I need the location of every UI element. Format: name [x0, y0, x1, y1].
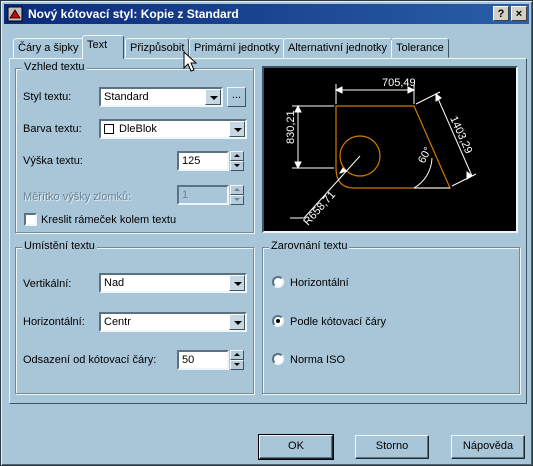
offset-from-dim-line-input[interactable]: 50 [177, 350, 229, 370]
title-bar[interactable]: Nový kótovací styl: Kopie z Standard ? × [4, 4, 529, 24]
tab-lines-arrows[interactable]: Čáry a šipky [13, 38, 84, 58]
dimension-preview-drawing: 705,49 830,21 1403,29 60° R658,71 [285, 77, 477, 228]
text-color-label: Barva textu: [23, 123, 82, 135]
vertical-placement-value: Nad [104, 277, 125, 289]
text-appearance-title: Vzhled textu [22, 61, 87, 73]
radio-aligned-with-dim-line[interactable] [272, 315, 284, 327]
text-height-value: 125 [182, 155, 201, 167]
part-outline [335, 105, 451, 189]
fraction-scale-down[interactable] [230, 195, 244, 205]
text-color-value: DleBlok [119, 123, 157, 135]
window-title: Nový kótovací styl: Kopie z Standard [28, 7, 239, 21]
fraction-height-scale-input[interactable]: 1 [177, 185, 229, 205]
draw-frame-label[interactable]: Kreslit rámeček kolem textu [41, 214, 176, 226]
cancel-button[interactable]: Storno [355, 435, 429, 459]
tab-alternate-units[interactable]: Alternativní jednotky [283, 38, 393, 58]
tab-fit[interactable]: Přizpůsobit [125, 38, 190, 58]
fraction-height-scale-value: 1 [182, 189, 189, 201]
radio-aligned-label[interactable]: Podle kótovací čáry [290, 316, 386, 328]
vertical-label: Vertikální: [23, 278, 72, 290]
dim-radius-label: R658,71 [301, 189, 338, 228]
dropdown-arrow-icon[interactable] [205, 89, 221, 105]
radio-iso-label[interactable]: Norma ISO [290, 354, 345, 366]
dropdown-arrow-icon[interactable] [229, 314, 245, 330]
radio-iso-standard[interactable] [272, 353, 284, 365]
dim-left-label: 830,21 [285, 110, 297, 144]
spinner-arrows-icon[interactable] [230, 151, 244, 171]
radio-selected-dot [276, 319, 280, 323]
text-height-down[interactable] [230, 161, 244, 171]
preview-pane: 705,49 830,21 1403,29 60° R658,71 [262, 66, 518, 233]
tab-text[interactable]: Text [82, 35, 124, 59]
text-style-browse-button[interactable]: ... [227, 87, 246, 107]
offset-from-dim-line-label: Odsazení od kótovací čáry: [23, 354, 157, 366]
text-color-dropdown[interactable]: DleBlok [99, 119, 247, 139]
text-style-label: Styl textu: [23, 91, 72, 103]
fraction-height-scale-label: Měřítko výšky zlomků: [23, 191, 132, 203]
offset-up[interactable] [230, 350, 244, 360]
radio-horizontal-label[interactable]: Horizontální [290, 277, 349, 289]
text-height-label: Výška textu: [23, 155, 83, 167]
dim-top-label: 705,49 [382, 77, 416, 89]
color-swatch [104, 124, 114, 134]
dimension-style-dialog: Nový kótovací styl: Kopie z Standard ? ×… [0, 0, 533, 466]
spinner-arrows-icon[interactable] [230, 185, 244, 205]
vertical-placement-dropdown[interactable]: Nad [99, 273, 247, 293]
app-icon [7, 6, 23, 22]
horizontal-label: Horizontální: [23, 316, 85, 328]
text-height-up[interactable] [230, 151, 244, 161]
dim-right-label: 1403,29 [447, 114, 474, 155]
help-icon[interactable]: ? [493, 6, 509, 21]
spinner-arrows-icon[interactable] [230, 350, 244, 370]
text-height-input[interactable]: 125 [177, 151, 229, 171]
tab-tolerance[interactable]: Tolerance [391, 38, 449, 58]
dropdown-arrow-icon[interactable] [229, 275, 245, 291]
help-button[interactable]: Nápověda [451, 435, 525, 459]
dropdown-arrow-icon[interactable] [229, 121, 245, 137]
tab-primary-units[interactable]: Primární jednotky [189, 38, 285, 58]
offset-value: 50 [182, 354, 195, 366]
text-placement-title: Umístění textu [22, 240, 97, 252]
mouse-cursor-icon [183, 51, 198, 72]
horizontal-placement-dropdown[interactable]: Centr [99, 312, 247, 332]
horizontal-placement-value: Centr [104, 316, 131, 328]
radio-horizontal[interactable] [272, 276, 284, 288]
text-style-dropdown[interactable]: Standard [99, 87, 223, 107]
ok-button[interactable]: OK [258, 434, 334, 460]
fraction-scale-up[interactable] [230, 185, 244, 195]
text-alignment-title: Zarovnání textu [269, 240, 350, 252]
offset-down[interactable] [230, 360, 244, 370]
close-icon[interactable]: × [511, 6, 527, 21]
draw-frame-checkbox[interactable] [24, 213, 37, 226]
text-style-value: Standard [104, 91, 149, 103]
